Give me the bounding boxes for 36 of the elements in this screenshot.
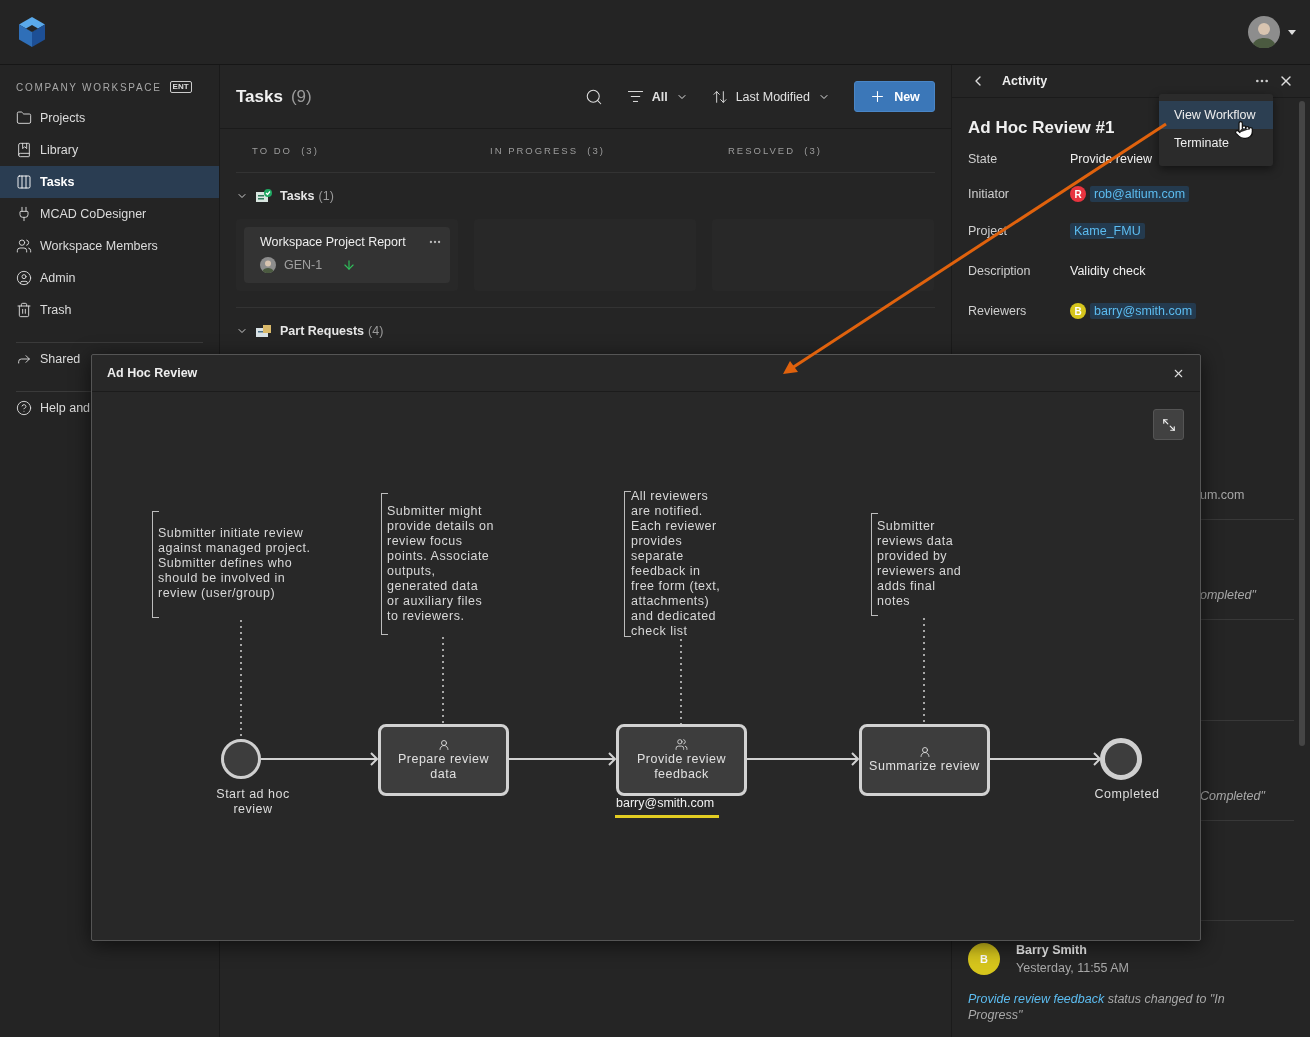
field-label: Description [968, 264, 1032, 278]
plan-badge: ENT [169, 81, 192, 93]
step-note: All reviewers are notified. Each reviewer provides separate feedback in free form (text, attachments) and dedicated check list [631, 489, 721, 639]
activity-message: Provide review feedback status changed to "In Progress" [968, 991, 1226, 1023]
column-heading: RESOLVED (3) [727, 145, 823, 156]
panel-title: Activity [1002, 74, 1048, 88]
dialog-title: Ad Hoc Review [107, 366, 198, 380]
user-initial: B [1070, 303, 1086, 319]
activity-text: um.com [1200, 487, 1246, 503]
timestamp: Yesterday, 11:55 AM [1016, 961, 1130, 975]
column-heading: TO DO (3) [251, 145, 320, 156]
user-initial: R [1070, 186, 1086, 202]
field-value: Provide review [1070, 152, 1152, 166]
step-note: Submitter initiate review against managed project. Submitter defines who should be involved in review (user/group) [158, 526, 311, 601]
field-label: Reviewers [968, 304, 1028, 318]
workspace-heading: COMPANY WORKSPACE [16, 81, 162, 93]
group-count: (4) [368, 324, 384, 338]
column-heading: IN PROGRESS (3) [489, 145, 606, 156]
group-count: (1) [318, 189, 334, 203]
author-name: Barry Smith [1016, 943, 1088, 957]
task-count: (9) [290, 86, 312, 107]
step-note: Submitter might provide details on review focus points. Associate outputs, generated data or auxiliary files to reviewers. [387, 504, 494, 624]
step-note: Submitter reviews data provided by reviewers and adds final notes [877, 519, 962, 609]
node-label: Completed [1093, 787, 1161, 802]
field-label: State [968, 152, 999, 166]
page-title: Tasks [236, 86, 283, 107]
field-label: Initiator [968, 187, 1010, 201]
card-title: Workspace Project Report [260, 235, 406, 249]
review-title: Ad Hoc Review #1 [968, 117, 1115, 139]
task-id: GEN-1 [284, 258, 323, 272]
node-label: Start ad hoc review [215, 787, 291, 817]
activity-text: Completed" [1200, 788, 1267, 804]
user-avatar: B [968, 943, 1000, 975]
field-value: Validity check [1070, 264, 1146, 278]
activity-text: ompleted" [1200, 587, 1258, 603]
assignee-label: barry@smith.com [616, 796, 715, 810]
